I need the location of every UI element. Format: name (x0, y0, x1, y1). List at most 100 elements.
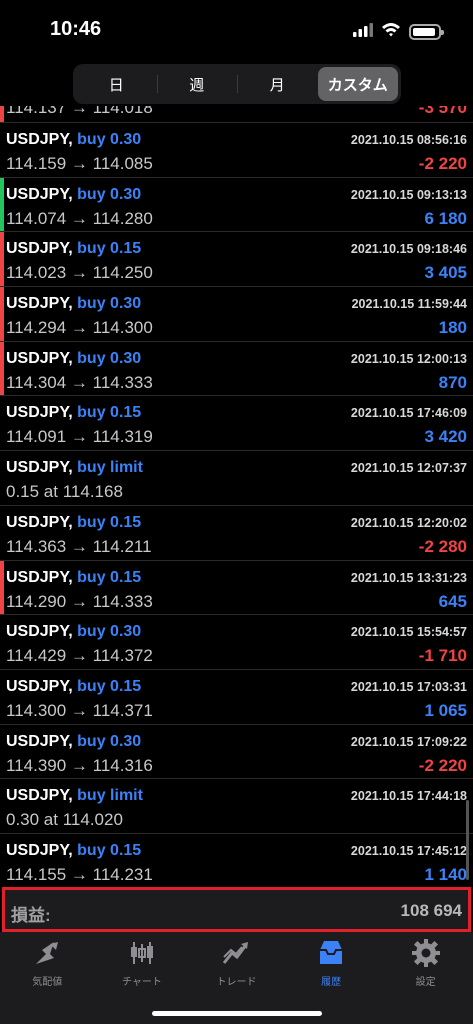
deal-date: 2021.10.15 17:09:22 (350, 734, 467, 749)
deal-symbol: USDJPY, (6, 623, 73, 641)
deal-status-bar (0, 341, 4, 396)
deal-row[interactable]: USDJPY, buy 0.30 2021.10.15 17:09:22 114… (0, 725, 473, 780)
tab-label: チャート (121, 977, 162, 988)
deal-type: buy 0.15 (77, 240, 142, 258)
deal-symbol: USDJPY, (6, 513, 73, 531)
total-profit-value: 108 694 (400, 901, 462, 920)
tab-label: トレード (216, 977, 257, 988)
home-indicator[interactable] (152, 1011, 322, 1016)
tab-label: 履歴 (321, 977, 342, 988)
deal-symbol: USDJPY, (6, 349, 73, 367)
total-profit-label: 損益: (11, 906, 51, 925)
deal-symbol: USDJPY, (6, 732, 73, 750)
deal-date: 2021.10.15 12:20:02 (350, 515, 467, 530)
deal-prices: 0.15 at 114.168 (6, 482, 123, 502)
clock: 10:46 (50, 18, 102, 40)
deal-prices: 114.294 → 114.300 (6, 318, 153, 338)
deal-date: 2021.10.15 17:45:12 (350, 843, 467, 858)
deal-type: buy 0.30 (77, 131, 142, 148)
deal-symbol: USDJPY, (6, 841, 73, 859)
deal-status-bar (0, 287, 4, 341)
deal-prices: 114.074 → 114.280 (6, 208, 153, 228)
deal-row[interactable]: USDJPY, buy limit 2021.10.15 12:07:37 0.… (0, 451, 473, 506)
deal-prices: 114.300 → 114.371 (6, 700, 153, 720)
deal-prices: 114.155 → 114.231 (6, 864, 153, 884)
deal-profit: 1 140 (424, 864, 467, 884)
deal-profit: -2 280 (418, 536, 467, 556)
deal-date: 2021.10.15 12:07:37 (350, 461, 467, 476)
deal-profit: -2 220 (418, 755, 467, 775)
deal-date: 2021.10.15 12:00:13 (350, 351, 467, 366)
list-item-partial[interactable]: 114.137 → 114.018 -3 570 (0, 106, 473, 123)
deal-profit: 1 065 (424, 700, 467, 720)
deal-prices: 114.429 → 114.372 (6, 646, 153, 666)
deal-date: 2021.10.15 15:54:57 (350, 625, 467, 640)
period-selector: 日週月カスタム (73, 64, 401, 104)
deal-row[interactable]: USDJPY, buy 0.30 2021.10.15 15:54:57 114… (0, 615, 473, 670)
deal-title: USDJPY, buy 0.15 (6, 678, 141, 696)
deal-row[interactable]: USDJPY, buy 0.30 2021.10.15 11:59:44 114… (0, 287, 473, 342)
deal-status-bar (0, 232, 4, 287)
deal-symbol: USDJPY, (6, 404, 73, 422)
deal-profit: -3 570 (418, 106, 467, 117)
deal-title: USDJPY, buy 0.30 (6, 623, 141, 641)
deal-profit: 3 420 (424, 427, 467, 447)
tab-period-3[interactable]: カスタム (317, 67, 398, 101)
deal-profit: 870 (438, 372, 467, 392)
deal-symbol: USDJPY, (6, 131, 73, 148)
deal-row[interactable]: USDJPY, buy 0.30 2021.10.15 09:13:13 114… (0, 177, 473, 233)
deal-prices: 114.390 → 114.316 (6, 755, 153, 775)
deal-type: buy 0.30 (77, 295, 142, 313)
tab-period-2[interactable]: 月 (237, 67, 318, 101)
tab-settings[interactable]: 設定 (378, 932, 473, 1024)
deal-prices: 114.137 → 114.018 (6, 106, 153, 117)
deal-row[interactable]: USDJPY, buy 0.15 2021.10.15 12:20:02 114… (0, 506, 473, 561)
deal-row[interactable]: USDJPY, buy 0.30 2021.10.15 08:56:16 114… (0, 123, 473, 178)
deal-title: USDJPY, buy 0.15 (6, 569, 141, 587)
deal-title: USDJPY, buy 0.30 (6, 131, 141, 149)
deal-type: buy 0.15 (77, 404, 142, 422)
tab-period-1[interactable]: 週 (156, 67, 238, 101)
deal-type: buy 0.30 (77, 349, 142, 367)
quotes-icon (32, 938, 62, 968)
chart-icon (127, 938, 157, 968)
cellular-signal-icon (353, 22, 373, 42)
deal-prices: 114.023 → 114.250 (6, 263, 153, 283)
deal-row[interactable]: USDJPY, buy 0.15 2021.10.15 09:18:46 114… (0, 232, 473, 288)
deal-prices: 0.30 at 114.020 (6, 810, 123, 830)
tab-label: 設定 (415, 977, 436, 988)
deal-type: buy 0.15 (77, 568, 142, 586)
deal-title: USDJPY, buy 0.15 (6, 842, 141, 860)
deal-prices: 114.290 → 114.333 (6, 591, 153, 611)
deal-row[interactable]: USDJPY, buy 0.15 2021.10.15 17:45:12 114… (0, 834, 473, 886)
deal-prices: 114.363 → 114.211 (6, 536, 152, 556)
settings-icon (411, 938, 441, 968)
deal-type: buy 0.30 (77, 732, 142, 750)
deal-prices: 114.304 → 114.333 (6, 372, 153, 392)
history-list[interactable]: 114.137 → 114.018 -3 570 USDJPY, buy 0.3… (0, 106, 473, 886)
deal-symbol: USDJPY, (6, 240, 73, 258)
deal-row[interactable]: USDJPY, buy 0.30 2021.10.15 12:00:13 114… (0, 341, 473, 397)
deal-symbol: USDJPY, (6, 459, 73, 477)
status-bar: 10:46 (0, 0, 473, 60)
deal-title: USDJPY, buy 0.15 (6, 240, 141, 258)
deal-symbol: USDJPY, (6, 677, 73, 695)
deal-profit: -1 710 (418, 646, 467, 666)
deal-row[interactable]: USDJPY, buy 0.15 2021.10.15 17:03:31 114… (0, 670, 473, 725)
deal-type: buy 0.30 (77, 185, 142, 203)
scroll-indicator[interactable] (466, 800, 469, 880)
deal-profit: 3 405 (424, 263, 467, 283)
deal-profit: 180 (438, 318, 467, 338)
deal-row[interactable]: USDJPY, buy limit 2021.10.15 17:44:18 0.… (0, 779, 473, 834)
deal-status-bar (0, 177, 4, 232)
deal-row[interactable]: USDJPY, buy 0.15 2021.10.15 13:31:23 114… (0, 560, 473, 616)
deal-row[interactable]: USDJPY, buy 0.15 2021.10.15 17:46:09 114… (0, 396, 473, 452)
battery-icon (409, 24, 444, 40)
deal-profit: -2 220 (418, 154, 467, 173)
status-icons (353, 22, 444, 42)
history-icon (316, 938, 346, 968)
deal-title: USDJPY, buy 0.15 (6, 404, 141, 422)
tab-period-0[interactable]: 日 (76, 67, 157, 101)
tab-quotes[interactable]: 気配値 (0, 932, 95, 1024)
deal-symbol: USDJPY, (6, 568, 73, 586)
